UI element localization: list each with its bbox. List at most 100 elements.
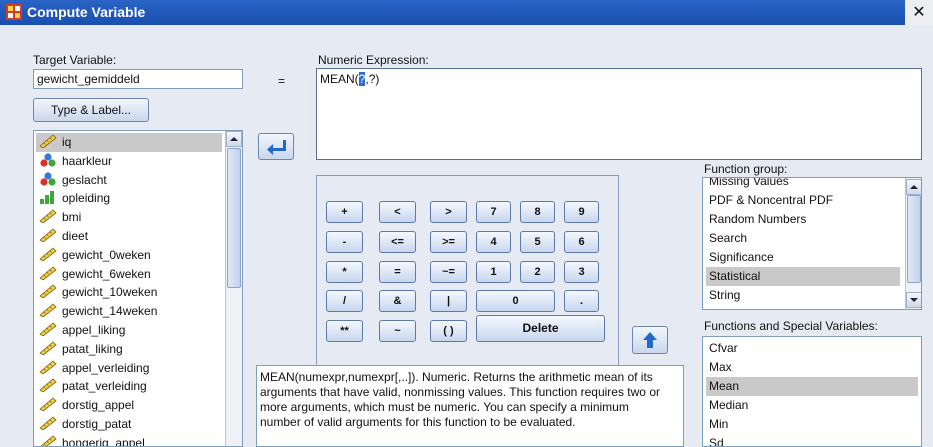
numeric-expression-label: Numeric Expression: [318,53,429,67]
close-button[interactable]: ✕ [905,0,933,25]
variable-item[interactable]: geslacht [38,171,107,190]
expression-prefix: MEAN( [320,72,359,86]
ruler-icon [38,416,58,431]
keypad-digit-button[interactable]: 8 [520,201,555,223]
variable-list[interactable]: iq haarkleur geslacht opleiding bmi dieet gewi… [33,130,243,447]
variable-item[interactable]: dieet [38,227,88,246]
nominal-icon [38,171,58,186]
scroll-up-arrow[interactable] [906,179,921,195]
nominal-icon [38,153,58,167]
ruler-icon [38,322,58,337]
variable-item[interactable]: gewicht_10weken [38,283,157,302]
scroll-thumb[interactable] [227,148,241,288]
ruler-icon [38,360,58,375]
variable-item[interactable]: patat_verleiding [38,377,147,396]
keypad-button[interactable]: - [326,231,363,253]
keypad-digit-button[interactable]: 9 [564,201,599,223]
ruler-icon [38,397,58,412]
insert-function-button[interactable] [632,326,668,354]
function-group-item[interactable]: Significance [706,248,900,267]
ruler-icon [38,228,58,243]
keypad-digit-button[interactable]: 4 [476,231,511,253]
function-item[interactable]: Cfvar [706,339,918,358]
variable-item[interactable]: gewicht_6weken [38,265,151,284]
variable-name: gewicht_10weken [62,285,158,300]
variable-name: dorstig_patat [62,417,132,431]
dialog-body: Target Variable: gewicht_gemiddeld = Typ… [0,25,933,447]
function-group-item[interactable]: Random Numbers [706,210,900,229]
keypad-button[interactable]: <= [379,231,416,253]
function-group-list[interactable]: Missing Values PDF & Noncentral PDF Random… [702,177,922,310]
type-label-button[interactable]: Type & Label... [33,98,149,122]
keypad-button[interactable]: < [379,201,416,223]
keypad-button[interactable]: / [326,290,363,312]
keypad-digit-button[interactable]: 6 [564,231,599,253]
function-item[interactable]: Sd [706,434,918,446]
keypad-button[interactable]: ~= [430,261,467,283]
variable-item[interactable]: patat_liking [38,340,123,359]
keypad-digit-button[interactable]: 2 [520,261,555,283]
keypad-digit-button[interactable]: 5 [520,231,555,253]
arrow-up-icon [910,185,918,189]
variable-name: haarkleur [62,153,113,168]
function-item[interactable]: Max [706,358,918,377]
ruler-icon [38,341,58,356]
keypad-zero-button[interactable]: 0 [476,290,555,312]
keypad-button[interactable]: ~ [379,320,416,342]
keypad-digit-button[interactable]: 1 [476,261,511,283]
functions-label: Functions and Special Variables: [704,319,878,333]
keypad-dot-button[interactable]: . [564,290,599,312]
variable-name: gewicht_6weken [62,266,151,281]
function-group-scrollbar[interactable] [905,178,921,309]
function-group-item[interactable]: Missing Values [706,178,900,191]
function-group-item[interactable]: PDF & Noncentral PDF [706,191,900,210]
variable-item[interactable]: iq [36,133,222,152]
variable-name: patat_liking [62,341,123,356]
function-item[interactable]: Min [706,415,918,434]
variable-item[interactable]: dorstig_patat [38,415,131,434]
variable-item[interactable]: appel_liking [38,321,125,340]
delete-button[interactable]: Delete [476,315,605,342]
ruler-icon [38,266,58,281]
variable-name: patat_verleiding [62,379,147,394]
function-group-item[interactable]: Statistical [706,267,900,286]
variable-item[interactable]: appel_verleiding [38,359,149,378]
keypad-button[interactable]: >= [430,231,467,253]
variable-name: geslacht [62,172,107,187]
target-variable-label: Target Variable: [33,53,117,67]
keypad-digit-button[interactable]: 7 [476,201,511,223]
keypad-button[interactable]: > [430,201,467,223]
scroll-up-arrow[interactable] [226,131,242,147]
arrow-up-icon [230,137,238,141]
keypad-button[interactable]: + [326,201,363,223]
variable-item[interactable]: hongerig_appel [38,434,145,447]
variable-list-scrollbar[interactable] [225,131,242,446]
keypad-button[interactable]: & [379,290,416,312]
variable-item[interactable]: gewicht_14weken [38,302,157,321]
scroll-thumb[interactable] [907,195,921,283]
keypad-button[interactable]: * [326,261,363,283]
move-to-expression-button[interactable] [258,133,294,160]
variable-item[interactable]: haarkleur [38,152,112,171]
variable-item[interactable]: gewicht_0weken [38,246,151,265]
keypad-button[interactable]: ** [326,320,363,342]
function-group-item[interactable]: Search [706,229,900,248]
keypad-button[interactable]: = [379,261,416,283]
scroll-down-arrow[interactable] [906,292,921,308]
numeric-expression-field[interactable]: MEAN(?,?) [316,68,922,160]
functions-list[interactable]: Cfvar Max Mean Median Min Sd [702,336,922,447]
function-item[interactable]: Mean [706,377,918,396]
variable-item[interactable]: bmi [38,208,81,227]
keypad-button[interactable]: ( ) [430,320,467,342]
ruler-icon [38,284,58,299]
function-group-item[interactable]: String [706,286,900,305]
title-bar: Compute Variable ✕ [0,0,933,25]
variable-item[interactable]: dorstig_appel [38,396,134,415]
variable-item[interactable]: opleiding [38,189,110,208]
target-variable-input[interactable]: gewicht_gemiddeld [33,69,243,89]
variable-name: hongerig_appel [62,435,145,447]
keypad-digit-button[interactable]: 3 [564,261,599,283]
calculator-grid-icon [6,4,22,20]
keypad-button[interactable]: | [430,290,467,312]
function-item[interactable]: Median [706,396,918,415]
